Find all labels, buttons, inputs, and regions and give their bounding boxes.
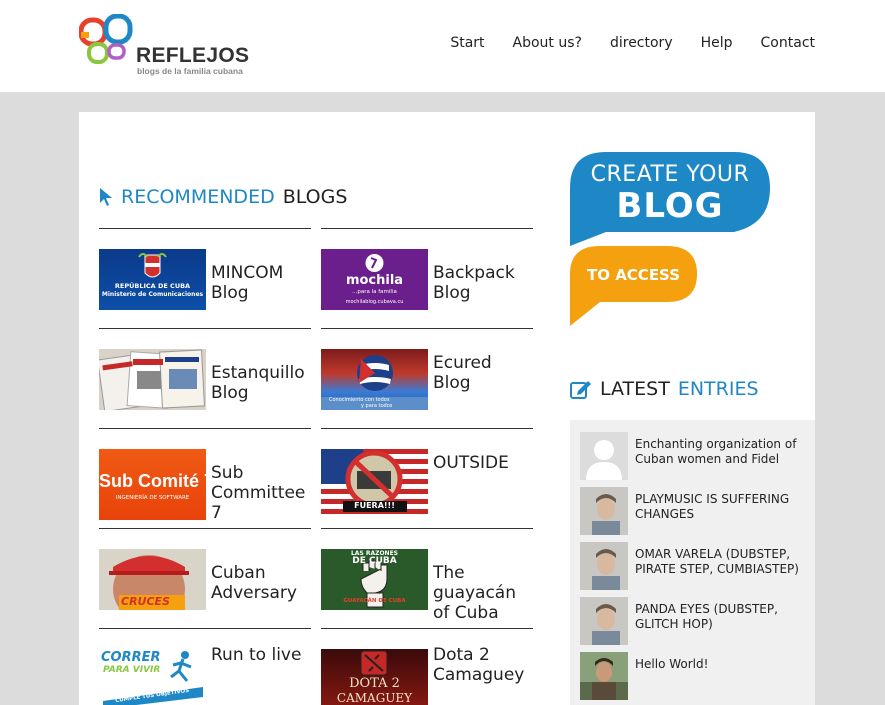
- latest-entries-heading: LATEST ENTRIES: [570, 378, 759, 400]
- nav-contact[interactable]: Contact: [761, 35, 815, 51]
- blog-item-mincom[interactable]: REPÚBLICA DE CUBA Ministerio de Comunica…: [99, 228, 311, 328]
- run-thumb-line1: CORRER: [101, 650, 161, 665]
- heading-entries: ENTRIES: [677, 378, 759, 400]
- mincom-thumb-line1: REPÚBLICA DE CUBA: [114, 282, 191, 290]
- blog-thumb-subcomite[interactable]: Sub Comité 7 INGENIERÍA DE SOFTWARE: [99, 449, 206, 520]
- entry-title[interactable]: Hello World!: [635, 657, 805, 672]
- create-your-text[interactable]: CREATE YOUR: [570, 162, 770, 187]
- ecured-thumb-line2: y para todos: [361, 403, 393, 409]
- blog-name-cuban-adversary[interactable]: Cuban Adversary: [211, 563, 311, 603]
- backpack-thumb-line2: ...para la familia: [352, 289, 397, 295]
- blog-item-estanquillo[interactable]: Estanquillo Blog: [99, 328, 311, 428]
- recommended-blogs-heading: RECOMMENDED BLOGS: [99, 186, 347, 208]
- blog-name-dota[interactable]: Dota 2 Camaguey: [433, 645, 533, 685]
- blog-name-run-to-live[interactable]: Run to live: [211, 645, 311, 665]
- nav-start[interactable]: Start: [450, 35, 484, 51]
- entry-item[interactable]: Hello World!: [580, 652, 810, 700]
- main-nav: Start About us? directory Help Contact: [450, 35, 815, 51]
- entry-avatar[interactable]: [580, 652, 628, 700]
- blog-name-mincom[interactable]: MINCOM Blog: [211, 263, 311, 303]
- user-photo-icon: [580, 652, 628, 700]
- blog-thumb-ecured[interactable]: Conocimiento con todos y para todos: [321, 349, 428, 410]
- latest-entries-list: Enchanting organization of Cuban women a…: [570, 420, 815, 705]
- entry-title[interactable]: PLAYMUSIC IS SUFFERING CHANGES: [635, 492, 805, 522]
- blog-name-guayacan[interactable]: The guayacán of Cuba: [433, 563, 537, 623]
- entry-avatar-placeholder[interactable]: [580, 432, 628, 480]
- cuban-adversary-thumb-text: CRUCES: [121, 595, 170, 608]
- blog-name-subcomite[interactable]: Sub Committee 7: [211, 463, 311, 523]
- user-photo-icon: [580, 487, 628, 535]
- site-logo[interactable]: REFLEJOS blogs de la familia cubana: [79, 14, 249, 76]
- blog-name-ecured[interactable]: Ecured Blog: [433, 353, 533, 393]
- blog-thumb-dota[interactable]: DOTA 2 CAMAGUEY: [321, 649, 428, 705]
- blog-item-dota[interactable]: DOTA 2 CAMAGUEY Dota 2 Camaguey: [321, 628, 533, 705]
- blog-thumb-cuban-adversary[interactable]: CRUCES: [99, 549, 206, 610]
- blog-item-ecured[interactable]: Conocimiento con todos y para todos Ecur…: [321, 328, 533, 428]
- coat-of-arms-icon: [138, 253, 167, 278]
- logo-tagline: blogs de la familia cubana: [137, 66, 243, 76]
- subcomite-thumb-line1: Sub Comité 7: [99, 471, 206, 491]
- heading-latest: LATEST: [600, 378, 670, 400]
- user-photo-icon: [580, 542, 628, 590]
- logo-bubbles-icon: [79, 14, 133, 64]
- subcomite-thumb-line2: INGENIERÍA DE SOFTWARE: [115, 495, 190, 501]
- backpack-thumb-line1: mochila: [345, 273, 404, 288]
- heading-recommended: RECOMMENDED: [121, 186, 275, 208]
- entry-avatar[interactable]: [580, 542, 628, 590]
- entry-title[interactable]: Enchanting organization of Cuban women a…: [635, 437, 805, 467]
- blog-thumb-backpack[interactable]: mochila ...para la familia mochilablog.c…: [321, 249, 428, 310]
- user-photo-icon: [580, 597, 628, 645]
- outside-thumb-text: FUERA!!!: [354, 501, 395, 510]
- site-header: REFLEJOS blogs de la familia cubana Star…: [0, 0, 885, 92]
- blog-name-backpack[interactable]: Backpack Blog: [433, 263, 533, 303]
- nav-help[interactable]: Help: [701, 35, 733, 51]
- blog-item-outside[interactable]: FUERA!!! OUTSIDE: [321, 428, 533, 528]
- blog-item-subcomite[interactable]: Sub Comité 7 INGENIERÍA DE SOFTWARE Sub …: [99, 428, 311, 528]
- entry-item[interactable]: PLAYMUSIC IS SUFFERING CHANGES: [580, 487, 810, 535]
- blog-item-backpack[interactable]: mochila ...para la familia mochilablog.c…: [321, 228, 533, 328]
- entry-avatar[interactable]: [580, 597, 628, 645]
- newspapers-icon: [99, 349, 205, 410]
- nav-about[interactable]: About us?: [513, 35, 582, 51]
- mincom-thumb-line2: Ministerio de Comunicaciones: [101, 291, 204, 298]
- dota-thumb-line2: CAMAGUEY: [336, 691, 413, 705]
- blog-name-outside[interactable]: OUTSIDE: [433, 453, 533, 473]
- blog-item-run-to-live[interactable]: CORRER PARA VIVIR CUMPLE TUS OBJETIVOS R…: [99, 628, 311, 705]
- logo-text: REFLEJOS: [136, 44, 250, 67]
- blog-name-estanquillo[interactable]: Estanquillo Blog: [211, 363, 311, 403]
- entry-title[interactable]: OMAR VARELA (DUBSTEP, PIRATE STEP, CUMBI…: [635, 547, 805, 577]
- blog-thumb-guayacan[interactable]: LAS RAZONES DE CUBA GUAYACÁN DE CUBA: [321, 549, 428, 610]
- entry-title[interactable]: PANDA EYES (DUBSTEP, GLITCH HOP): [635, 602, 805, 632]
- entry-avatar[interactable]: [580, 487, 628, 535]
- cursor-arrow-icon: [100, 188, 112, 206]
- entry-item[interactable]: PANDA EYES (DUBSTEP, GLITCH HOP): [580, 597, 810, 645]
- user-placeholder-icon: [586, 440, 622, 480]
- blog-thumb-run-to-live[interactable]: CORRER PARA VIVIR CUMPLE TUS OBJETIVOS: [99, 649, 206, 705]
- main-content: RECOMMENDED BLOGS REPÚBLICA DE CUBA Mini…: [79, 112, 815, 705]
- blog-item-guayacan[interactable]: LAS RAZONES DE CUBA GUAYACÁN DE CUBA The…: [321, 528, 533, 628]
- nav-directory[interactable]: directory: [610, 35, 673, 51]
- to-access-button[interactable]: TO ACCESS: [570, 266, 697, 284]
- entry-item[interactable]: OMAR VARELA (DUBSTEP, PIRATE STEP, CUMBI…: [580, 542, 810, 590]
- blog-item-cuban-adversary[interactable]: CRUCES Cuban Adversary: [99, 528, 311, 628]
- blog-thumb-estanquillo[interactable]: [99, 349, 206, 410]
- access-bubble[interactable]: [570, 246, 697, 326]
- run-thumb-line2: PARA VIVIR: [103, 665, 161, 675]
- blog-thumb-outside[interactable]: FUERA!!!: [321, 449, 428, 514]
- edit-icon: [570, 381, 591, 399]
- dota-thumb-line1: DOTA 2: [349, 676, 400, 691]
- create-blog-text[interactable]: BLOG: [570, 186, 770, 226]
- guayacan-thumb-line2: DE CUBA: [352, 556, 397, 566]
- heading-blogs: BLOGS: [282, 186, 348, 208]
- blog-thumb-mincom[interactable]: REPÚBLICA DE CUBA Ministerio de Comunica…: [99, 249, 206, 310]
- backpack-thumb-line3: mochilablog.cubava.cu: [345, 299, 404, 305]
- guayacan-thumb-line3: GUAYACÁN DE CUBA: [343, 598, 406, 604]
- entry-item[interactable]: Enchanting organization of Cuban women a…: [580, 432, 810, 480]
